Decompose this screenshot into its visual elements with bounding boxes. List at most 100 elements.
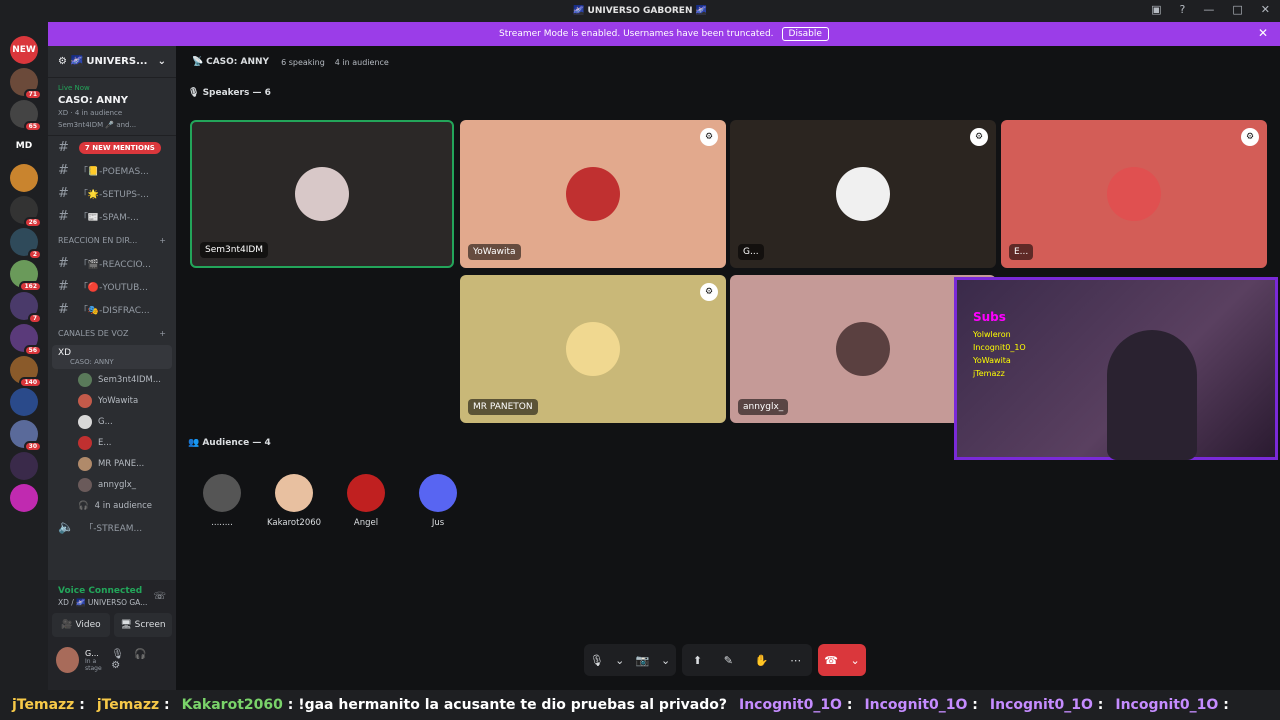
server-icon[interactable]: MD xyxy=(10,132,38,160)
voice-channel-sub: CASO: ANNY xyxy=(70,358,114,366)
speaker-name: annyglx_ xyxy=(738,399,789,415)
channel-disfrac[interactable]: # 「🎭-DISFRAC... xyxy=(48,298,176,321)
avatar xyxy=(419,474,457,512)
voice-channel-name: XD xyxy=(58,348,72,358)
mention-badge: 56 xyxy=(23,345,42,356)
mention-badge: 140 xyxy=(19,377,42,388)
server-icon[interactable]: 162 xyxy=(10,260,42,292)
avatar xyxy=(78,372,92,387)
speaker-name: Sem3nt4IDM xyxy=(200,242,269,258)
server-icon[interactable] xyxy=(10,388,38,416)
title-bar: 🌌 UNIVERSO GABOREN 🌌 ▣ ? — □ ✕ xyxy=(0,0,1280,22)
share-screen-icon[interactable]: ⬆ xyxy=(693,654,702,667)
speaker-tile[interactable]: ⚙ MR PANETON xyxy=(460,275,726,423)
video-button[interactable]: 🎥 Video xyxy=(52,613,110,637)
voice-user[interactable]: Sem3nt4IDM... xyxy=(48,369,176,390)
server-icon[interactable]: 2 xyxy=(10,228,42,260)
channel-setups[interactable]: # 「🌟-SETUPS-... xyxy=(48,182,176,205)
close-button[interactable]: ✕ xyxy=(1261,3,1270,16)
category-voice[interactable]: CANALES DE VOZ + xyxy=(48,321,176,345)
more-icon[interactable]: ⋯ xyxy=(790,654,801,667)
chevron-down-icon[interactable]: ⌄ xyxy=(661,654,670,667)
panel-status: In a stage xyxy=(85,657,102,672)
inbox-icon[interactable]: ▣ xyxy=(1151,3,1161,16)
mention-badge: 71 xyxy=(23,89,42,100)
mic-cam-group: 🎙 ⌄ 📷 ⌄ xyxy=(584,644,676,676)
channel-poemas[interactable]: # 「📒-POEMAS... xyxy=(48,159,176,182)
avatar xyxy=(836,167,890,221)
speakers-heading: 🎙 Speakers — 6 xyxy=(188,88,271,98)
audience-member[interactable]: ........ xyxy=(192,474,252,528)
camera-off-icon[interactable]: 📷 xyxy=(636,654,650,667)
channel-stream[interactable]: 🔈 「-STREAM... xyxy=(48,516,176,539)
speaker-tile[interactable]: ⚙ E... xyxy=(1001,120,1267,268)
moderator-icon: ⚙ xyxy=(1241,128,1259,146)
server-icon[interactable]: NEW xyxy=(10,36,38,64)
invite-icon[interactable]: ✋ xyxy=(755,654,769,667)
audience-member[interactable]: Kakarot2060 xyxy=(264,474,324,528)
chat-message: Incognit0_1O : xyxy=(989,697,1104,713)
disconnect-icon[interactable]: ☏ xyxy=(153,591,166,602)
mention-badge: 26 xyxy=(23,217,42,228)
channel-youtube[interactable]: # 「🔴-YOUTUB... xyxy=(48,275,176,298)
event-speakers: Sem3nt4IDM 🎤 and... xyxy=(58,121,137,129)
voice-channel-xd[interactable]: XD CASO: ANNY xyxy=(52,345,172,369)
avatar[interactable] xyxy=(56,647,79,673)
server-icon[interactable] xyxy=(10,452,38,480)
server-icon[interactable]: 26 xyxy=(10,196,42,228)
server-icon[interactable]: 56 xyxy=(10,324,42,356)
call-controls: 🎙 ⌄ 📷 ⌄ ⬆ ✎ ✋ ⋯ ☎ ⌄ xyxy=(584,644,872,676)
audience-count-header: 4 in audience xyxy=(334,57,389,67)
avatar xyxy=(78,435,92,450)
panel-controls[interactable]: 🎙🎧⚙ xyxy=(111,649,168,671)
leave-stage-button[interactable]: ☎ ⌄ xyxy=(818,644,866,676)
action-group: ⬆ ✎ ✋ ⋯ xyxy=(682,644,812,676)
disable-button[interactable]: Disable xyxy=(781,27,829,41)
channel-reaccio[interactable]: # 「🎬-REACCIO... xyxy=(48,252,176,275)
mention-badge: 7 xyxy=(27,313,42,324)
help-icon[interactable]: ? xyxy=(1180,3,1186,16)
mic-icon[interactable]: 🎙 xyxy=(590,654,604,667)
mention-badge: 65 xyxy=(23,121,42,132)
server-header[interactable]: ⚙ 🌌 UNIVERS... ⌄ xyxy=(48,46,176,78)
screen-share-button[interactable]: 🖥 Screen xyxy=(114,613,172,637)
server-icon[interactable]: 71 xyxy=(10,68,42,100)
chevron-down-icon[interactable]: ⌄ xyxy=(615,654,624,667)
server-icon[interactable]: 30 xyxy=(10,420,42,452)
speaker-tile[interactable]: Sem3nt4IDM xyxy=(190,120,454,268)
webcam-names: Yolwleron Incognit0_1O YoWawita jTemazz xyxy=(973,330,1026,378)
chat-ticker: jTemazz : jTemazz : Kakarot2060 : !gaa her… xyxy=(0,690,1280,720)
audience-member[interactable]: Angel xyxy=(336,474,396,528)
maximize-button[interactable]: □ xyxy=(1232,3,1242,16)
speaker-tile[interactable]: ⚙ G... xyxy=(730,120,996,268)
moderator-icon: ⚙ xyxy=(700,283,718,301)
avatar xyxy=(78,477,92,492)
live-event-card[interactable]: Live Now CASO: ANNY XD · 4 in audience S… xyxy=(48,78,176,136)
close-banner-icon[interactable]: ✕ xyxy=(1258,26,1268,40)
server-icon[interactable] xyxy=(10,484,38,512)
avatar xyxy=(78,393,92,408)
voice-user[interactable]: E... xyxy=(48,432,176,453)
channel-spam[interactable]: # 「📰-SPAM-... xyxy=(48,205,176,228)
server-icon[interactable]: 7 xyxy=(10,292,42,324)
voice-connected-label[interactable]: Voice Connected xyxy=(58,586,147,596)
minimize-button[interactable]: — xyxy=(1203,3,1214,16)
voice-user[interactable]: MR PANE... xyxy=(48,453,176,474)
hangup-icon: ☎ xyxy=(824,653,838,667)
mute-icon[interactable]: ✎ xyxy=(724,654,733,667)
voice-user[interactable]: YoWawita xyxy=(48,390,176,411)
panel-username: G... xyxy=(85,648,99,658)
audience-member[interactable]: Jus xyxy=(408,474,468,528)
avatar xyxy=(1107,167,1161,221)
new-mentions-row[interactable]: #7 NEW MENTIONS xyxy=(48,136,176,159)
speaker-tile[interactable]: ⚙ YoWawita xyxy=(460,120,726,268)
server-icon[interactable] xyxy=(10,164,38,192)
new-mentions-pill[interactable]: 7 NEW MENTIONS xyxy=(78,141,161,154)
voice-user[interactable]: G... xyxy=(48,411,176,432)
moderator-icon: ⚙ xyxy=(970,128,988,146)
audience-count[interactable]: 🎧 4 in audience xyxy=(48,495,176,516)
server-icon[interactable]: 140 xyxy=(10,356,42,388)
category-reaccion[interactable]: REACCION EN DIR... + xyxy=(48,228,176,252)
server-icon[interactable]: 65 xyxy=(10,100,42,132)
voice-user[interactable]: annyglx_ xyxy=(48,474,176,495)
